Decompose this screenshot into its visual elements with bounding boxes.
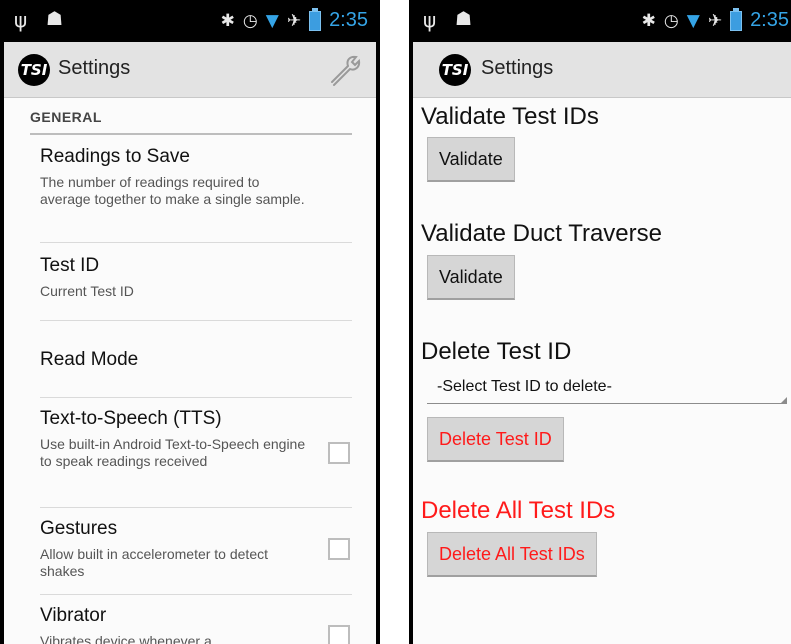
validate-duct-traverse-heading: Validate Duct Traverse bbox=[421, 220, 662, 247]
bluetooth-icon: ✱ bbox=[220, 10, 235, 31]
pref-title: Text-to-Speech (TTS) bbox=[40, 408, 222, 429]
app-logo[interactable]: TSI bbox=[439, 54, 471, 86]
android-debug-icon: ☗ bbox=[455, 8, 473, 30]
status-clock: 2:35 bbox=[329, 9, 368, 31]
pref-title: Readings to Save bbox=[40, 146, 190, 167]
status-clock: 2:35 bbox=[750, 9, 789, 31]
pref-title: Gestures bbox=[40, 518, 118, 539]
battery-icon bbox=[730, 7, 743, 31]
section-header-general: GENERAL bbox=[30, 109, 102, 125]
alarm-icon: ◷ bbox=[663, 10, 679, 31]
wrench-icon[interactable] bbox=[328, 54, 362, 86]
wifi-icon: ▼ bbox=[686, 10, 700, 31]
pref-summary: The number of readings required to avera… bbox=[40, 174, 305, 207]
bluetooth-icon: ✱ bbox=[641, 10, 656, 31]
section-divider bbox=[30, 133, 352, 135]
validate-test-ids-heading: Validate Test IDs bbox=[421, 103, 599, 130]
pref-text-to-speech[interactable]: Text-to-Speech (TTS) Use built-in Androi… bbox=[40, 408, 352, 508]
status-bar: ψ ☗ ✱ ◷ ▼ ✈ 2:35 bbox=[413, 0, 791, 42]
select-value: -Select Test ID to delete- bbox=[437, 378, 612, 395]
validate-test-ids-button[interactable]: Validate bbox=[427, 137, 515, 182]
airplane-icon: ✈ bbox=[707, 10, 723, 31]
status-bar: ψ ☗ ✱ ◷ ▼ ✈ 2:35 bbox=[4, 0, 376, 42]
airplane-icon: ✈ bbox=[286, 10, 302, 31]
delete-test-id-heading: Delete Test ID bbox=[421, 338, 572, 365]
pref-test-id[interactable]: Test ID Current Test ID bbox=[40, 255, 352, 321]
alarm-icon: ◷ bbox=[242, 10, 258, 31]
pref-summary: Current Test ID bbox=[40, 283, 134, 299]
android-debug-icon: ☗ bbox=[46, 8, 64, 30]
validate-duct-traverse-button[interactable]: Validate bbox=[427, 255, 515, 300]
wifi-icon: ▼ bbox=[265, 10, 279, 31]
pref-summary: Vibrates device whenever a bbox=[40, 633, 212, 644]
pref-vibrator[interactable]: Vibrator Vibrates device whenever a bbox=[40, 605, 352, 644]
test-id-select[interactable]: -Select Test ID to delete- bbox=[427, 372, 787, 404]
usb-icon: ψ bbox=[423, 8, 437, 32]
action-bar: TSI Settings bbox=[413, 42, 791, 98]
settings-screen-general: ψ ☗ ✱ ◷ ▼ ✈ 2:35 TSI Settings GENERAL Re… bbox=[0, 0, 380, 644]
pref-title: Test ID bbox=[40, 255, 100, 276]
delete-all-test-ids-button[interactable]: Delete All Test IDs bbox=[427, 532, 597, 577]
vibrator-checkbox[interactable] bbox=[328, 625, 350, 644]
delete-test-id-button[interactable]: Delete Test ID bbox=[427, 417, 564, 462]
pref-title: Vibrator bbox=[40, 605, 107, 626]
pref-title: Read Mode bbox=[40, 349, 139, 370]
dropdown-corner-icon bbox=[781, 397, 787, 403]
usb-icon: ψ bbox=[14, 8, 28, 32]
app-logo[interactable]: TSI bbox=[18, 54, 50, 86]
tts-checkbox[interactable] bbox=[328, 442, 350, 464]
battery-icon bbox=[309, 7, 322, 31]
pref-gestures[interactable]: Gestures Allow built in accelerometer to… bbox=[40, 518, 352, 595]
page-title: Settings bbox=[481, 57, 554, 79]
action-bar: TSI Settings bbox=[4, 42, 376, 98]
gestures-checkbox[interactable] bbox=[328, 538, 350, 560]
settings-screen-test-ids: ψ ☗ ✱ ◷ ▼ ✈ 2:35 TSI Settings Validate T… bbox=[409, 0, 791, 644]
pref-summary: Allow built in accelerometer to detect s… bbox=[40, 546, 268, 579]
page-title: Settings bbox=[58, 57, 131, 79]
pref-summary: Use built-in Android Text-to-Speech engi… bbox=[40, 436, 306, 469]
delete-all-test-ids-heading: Delete All Test IDs bbox=[421, 497, 616, 524]
pref-readings-to-save[interactable]: Readings to Save The number of readings … bbox=[40, 146, 352, 243]
pref-read-mode[interactable]: Read Mode bbox=[40, 321, 352, 398]
